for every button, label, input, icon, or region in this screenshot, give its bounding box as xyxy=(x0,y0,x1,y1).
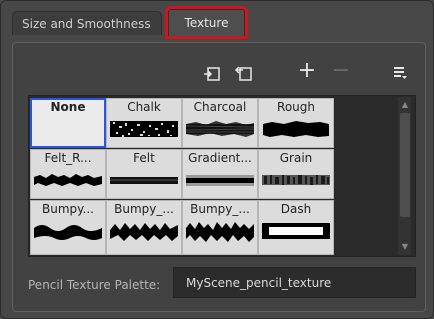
menu-glyph-icon xyxy=(394,67,407,79)
charcoal-stroke-preview xyxy=(186,121,254,137)
remove-texture-button[interactable]: − xyxy=(331,60,351,82)
grain-stroke-preview xyxy=(262,175,330,185)
import-texture-icon[interactable] xyxy=(201,65,223,87)
dash-stroke-preview xyxy=(262,223,330,239)
texture-swatch-felt[interactable]: Felt xyxy=(106,149,182,199)
scroll-up-icon[interactable]: ▲ xyxy=(398,99,412,111)
felt-stroke-preview xyxy=(110,177,178,184)
texture-swatch-felt-rough[interactable]: Felt_R... xyxy=(30,149,106,199)
export-icon xyxy=(234,66,252,81)
felt-rough-stroke-preview xyxy=(34,174,102,186)
texture-swatch-bumpy-3[interactable]: Bumpy_... xyxy=(182,200,258,255)
texture-label: Chalk xyxy=(127,100,161,114)
texture-label: Bumpy_... xyxy=(190,202,250,216)
texture-grid-scrollbar[interactable]: ▲ ▼ xyxy=(397,97,411,255)
texture-swatch-charcoal[interactable]: Charcoal xyxy=(182,98,258,148)
texture-label: Felt xyxy=(133,151,155,165)
scrollbar-thumb[interactable] xyxy=(400,113,410,217)
bumpy-3-stroke-preview xyxy=(186,222,254,242)
export-texture-icon[interactable] xyxy=(233,65,255,87)
bumpy-1-stroke-preview xyxy=(34,225,102,240)
texture-label: Gradient... xyxy=(188,151,252,165)
texture-label: Grain xyxy=(279,151,313,165)
bumpy-2-stroke-preview xyxy=(110,223,178,241)
texture-label: None xyxy=(50,100,86,114)
texture-swatch-none[interactable]: None xyxy=(30,98,106,148)
pencil-properties-panel: Size and Smoothness Texture + − None Cha… xyxy=(0,0,434,319)
import-icon xyxy=(204,67,220,81)
texture-label: Felt_R... xyxy=(44,151,92,165)
texture-label: Bumpy_... xyxy=(114,202,174,216)
tab-size-and-smoothness[interactable]: Size and Smoothness xyxy=(12,11,162,35)
texture-label: Rough xyxy=(277,100,315,114)
texture-label: Charcoal xyxy=(193,100,247,114)
pencil-texture-palette-label: Pencil Texture Palette: xyxy=(28,278,161,292)
texture-swatch-gradient[interactable]: Gradient... xyxy=(182,149,258,199)
texture-swatch-rough[interactable]: Rough xyxy=(258,98,334,148)
texture-swatch-bumpy-2[interactable]: Bumpy_... xyxy=(106,200,182,255)
rough-stroke-preview xyxy=(263,121,329,137)
texture-swatch-grain[interactable]: Grain xyxy=(258,149,334,199)
gradient-stroke-preview xyxy=(186,175,254,186)
texture-swatch-bumpy-1[interactable]: Bumpy... xyxy=(30,200,106,255)
pencil-texture-palette-field[interactable]: MyScene_pencil_texture xyxy=(173,267,416,298)
menu-icon[interactable] xyxy=(391,65,409,85)
texture-label: Bumpy... xyxy=(42,202,94,216)
texture-label: Dash xyxy=(280,202,312,216)
texture-swatch-dash[interactable]: Dash xyxy=(258,200,334,255)
add-texture-button[interactable]: + xyxy=(297,60,317,82)
texture-swatch-chalk[interactable]: Chalk xyxy=(106,98,182,148)
tab-texture[interactable]: Texture xyxy=(165,6,248,39)
scroll-down-icon[interactable]: ▼ xyxy=(398,241,412,253)
chalk-stroke-preview xyxy=(110,121,178,137)
